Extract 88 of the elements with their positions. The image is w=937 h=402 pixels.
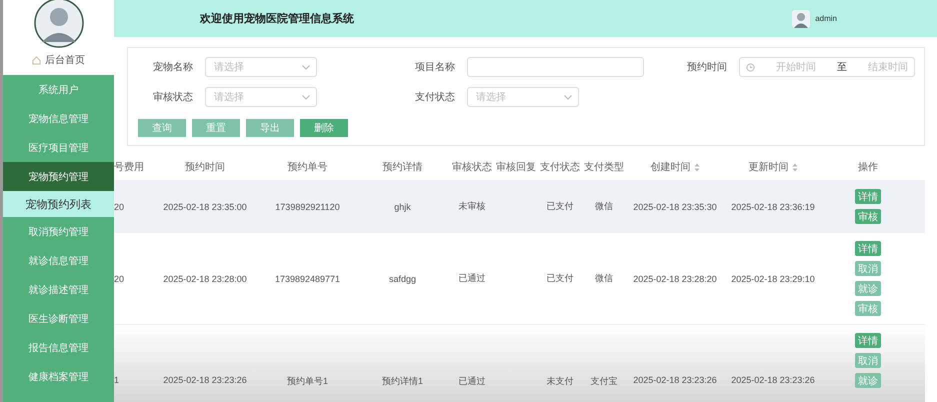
row-action-button[interactable]: 审核 — [855, 209, 881, 224]
chevron-down-icon — [564, 94, 572, 100]
table-cell: 微信 — [595, 272, 613, 285]
column-header: 预约单号 — [288, 160, 328, 174]
chevron-down-icon — [302, 94, 310, 100]
menu-item[interactable]: 宠物预约管理 — [3, 162, 114, 191]
range-separator: 至 — [837, 61, 847, 74]
end-time-placeholder: 结束时间 — [868, 60, 908, 74]
table-cell: 2025-02-18 23:36:19 — [731, 202, 815, 212]
table-cell: 微信 — [595, 200, 613, 213]
sort-icon[interactable] — [694, 162, 700, 172]
menu-item[interactable]: 取消预约管理 — [3, 217, 114, 246]
menu-item[interactable]: 医生诊断管理 — [3, 304, 114, 333]
table-cell: 预约详情1 — [382, 375, 423, 388]
table-cell: 2025-02-18 23:29:10 — [731, 274, 815, 284]
table-cell: 2025-02-18 23:35:30 — [633, 202, 717, 212]
column-header: 操作 — [858, 161, 878, 174]
home-link[interactable]: 后台首页 — [45, 53, 85, 67]
table-cell: 已通过 — [458, 375, 486, 388]
column-header: 预约详情 — [382, 160, 422, 174]
menu-item[interactable]: 宠物信息管理 — [3, 104, 114, 133]
menu-item[interactable]: 就诊信息管理 — [3, 246, 114, 275]
row-action-button[interactable]: 详情 — [855, 189, 881, 204]
row-action-button[interactable]: 详情 — [855, 333, 881, 348]
table-cell: 1739892489771 — [274, 274, 340, 284]
date-range-field[interactable]: 开始时间 至 结束时间 — [739, 57, 915, 77]
table-cell: 已支付 — [546, 200, 574, 213]
column-header: 审核状态 — [452, 160, 492, 174]
table-cell: 2025-02-18 23:23:26 — [731, 375, 815, 385]
table-cell: 预约单号1 — [286, 375, 328, 388]
search-action-button[interactable]: 重置 — [192, 119, 240, 137]
menu-item[interactable]: 医疗项目管理 — [3, 133, 114, 162]
table-cell: 2025-02-18 23:28:20 — [633, 274, 717, 284]
select-field[interactable]: 请选择 — [205, 57, 317, 77]
table-cell: 1 — [114, 375, 120, 385]
column-header: 号费用 — [114, 160, 144, 174]
row-action-button[interactable]: 详情 — [855, 241, 881, 256]
table-row[interactable]: 20 2025-02-18 23:35:00 1739892921120 ghjk 未审核 已支付 微信 2025-02-18 23:35:30 2025-02-18 23:36:19 详情 审核 — [114, 181, 925, 233]
row-action-button[interactable]: 取消 — [855, 353, 881, 368]
sort-icon[interactable] — [792, 162, 798, 172]
column-header: 审核回复 — [496, 160, 536, 174]
table-cell: 已支付 — [546, 272, 574, 285]
page-title: 欢迎使用宠物医院管理信息系统 — [200, 12, 354, 26]
table-cell: 20 — [114, 274, 124, 284]
submenu-item[interactable]: 宠物预约列表 — [3, 191, 114, 217]
table-cell: 2025-02-18 23:23:26 — [163, 375, 247, 385]
table-cell: safdgg — [388, 274, 416, 284]
input-field[interactable] — [467, 57, 644, 77]
column-header: 预约时间 — [185, 160, 225, 174]
home-icon — [32, 56, 41, 64]
column-header: 支付状态 — [540, 160, 580, 174]
column-header: 创建时间 — [650, 160, 690, 174]
column-header: 更新时间 — [748, 160, 788, 174]
user-avatar-icon[interactable] — [792, 10, 810, 28]
avatar-icon — [34, 0, 84, 48]
table-cell: 已通过 — [458, 272, 486, 285]
username: admin — [815, 14, 837, 23]
menu-item[interactable]: 系统用户 — [3, 75, 114, 104]
field-label: 项目名称 — [414, 61, 455, 74]
clock-icon — [746, 62, 755, 72]
row-action-button[interactable]: 取消 — [855, 261, 881, 276]
table-cell: 支付宝 — [590, 375, 618, 388]
column-header: 支付类型 — [584, 160, 624, 174]
table-cell: 20 — [114, 202, 124, 212]
table-cell: 2025-02-18 23:35:00 — [163, 202, 247, 212]
chevron-down-icon — [302, 64, 310, 70]
field-label: 宠物名称 — [152, 60, 193, 74]
search-action-button[interactable]: 导出 — [246, 119, 294, 137]
table-cell: 1739892921120 — [275, 202, 340, 212]
search-action-button[interactable]: 删除 — [300, 119, 348, 137]
table-cell: 2025-02-18 23:28:00 — [163, 274, 247, 284]
menu-item[interactable]: 就诊描述管理 — [3, 275, 114, 304]
row-action-button[interactable]: 就诊 — [855, 373, 881, 388]
field-label: 审核状态 — [152, 90, 193, 104]
field-label: 预约时间 — [686, 60, 727, 74]
table-cell: 未审核 — [458, 200, 486, 213]
field-label: 支付状态 — [414, 90, 455, 104]
search-action-button[interactable]: 查询 — [138, 119, 186, 137]
start-time-placeholder: 开始时间 — [776, 60, 816, 74]
table-cell: ghjk — [394, 202, 411, 212]
menu-item[interactable]: 报告信息管理 — [3, 333, 114, 362]
table-cell: 未支付 — [546, 375, 574, 388]
menu-item[interactable]: 健康档案管理 — [3, 362, 114, 391]
row-action-button[interactable]: 就诊 — [855, 281, 881, 296]
row-action-button[interactable]: 审核 — [855, 301, 881, 316]
table-cell: 2025-02-18 23:23:26 — [633, 375, 717, 385]
select-field[interactable]: 请选择 — [205, 87, 317, 107]
select-field[interactable]: 请选择 — [467, 87, 579, 107]
